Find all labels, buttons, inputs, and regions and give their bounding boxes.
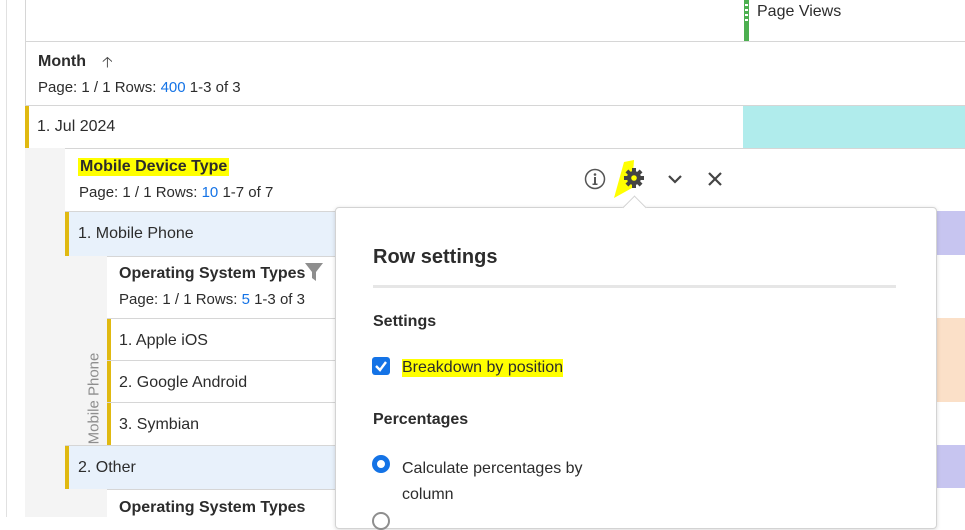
pager-range: 1-3 of 3 [189,79,241,96]
metric-cell [935,445,965,488]
pager-label: Page: 1 / 1 Rows: [119,291,238,308]
row-label: 3. Symbian [119,416,200,433]
drag-handle-icon[interactable] [745,4,748,24]
row-indicator [65,212,69,256]
breakdown-by-position-label[interactable]: Breakdown by position [402,359,563,377]
metric-column-header[interactable]: Page Views [757,3,841,21]
table-row[interactable]: 1. Apple iOS [107,318,335,361]
row-indicator [107,361,111,403]
pager-label: Page: 1 / 1 Rows: [79,184,198,201]
metric-cell [935,211,965,255]
info-icon[interactable] [584,168,606,190]
calc-by-column-label[interactable]: Calculate percentages by column [402,456,602,508]
arrow-up-icon[interactable]: 🡡 [102,52,113,77]
calc-by-column-radio[interactable] [372,455,390,473]
settings-heading: Settings [373,313,437,330]
breakdown-dimension-header[interactable]: Operating System Types [119,265,305,283]
row-indicator [107,403,111,446]
table-row[interactable]: 3. Symbian [107,402,335,446]
table-row[interactable]: 1. Mobile Phone [65,211,335,257]
row-label: 1. Mobile Phone [78,225,194,242]
percentages-heading: Percentages [373,411,469,428]
breakdown-indent [65,489,107,517]
table-row[interactable]: 2. Google Android [107,360,335,403]
rows-per-page-select[interactable]: 10 [202,184,219,201]
breakdown-pager: Page: 1 / 1 Rows: 5 1-3 of 3 [119,291,305,308]
chevron-down-icon[interactable] [665,170,685,188]
month-pager: Page: 1 / 1 Rows: 400 1-3 of 3 [38,79,241,96]
pager-label: Page: 1 / 1 Rows: [38,79,157,96]
filter-icon[interactable] [304,262,324,282]
gear-icon[interactable] [610,158,644,198]
left-border [6,0,7,517]
rows-per-page-select[interactable]: 400 [161,79,186,96]
breakdown-row-label: Mobile Phone [85,352,103,445]
metric-cell [743,105,965,149]
close-icon[interactable] [705,169,725,189]
divider [373,285,896,288]
row-indicator [107,319,111,361]
breakdown-indent [25,148,65,517]
row-label: 2. Other [78,459,136,476]
breakdown-by-position-checkbox[interactable] [372,357,390,375]
breakdown-dimension-header[interactable]: Mobile Device Type [78,158,230,176]
month-dimension-header[interactable]: Month [38,53,86,71]
table-row[interactable]: 1. Jul 2024 [25,105,743,149]
row-label: 1. Apple iOS [119,332,208,349]
breakdown-pager: Page: 1 / 1 Rows: 10 1-7 of 7 [79,184,273,201]
row-indicator [65,446,69,489]
alt-percentage-radio[interactable] [372,512,390,530]
pager-range: 1-7 of 7 [222,184,274,201]
metric-cell [935,318,965,360]
row-label: 1. Jul 2024 [37,118,116,135]
metric-cell [935,360,965,402]
breakdown-dimension-header[interactable]: Operating System Types [119,499,305,517]
popover-title: Row settings [373,246,498,268]
row-label: 2. Google Android [119,374,248,391]
rows-per-page-select[interactable]: 5 [242,291,250,308]
pager-range: 1-3 of 3 [254,291,305,308]
table-row[interactable]: 2. Other [65,445,335,490]
row-indicator [25,106,29,148]
